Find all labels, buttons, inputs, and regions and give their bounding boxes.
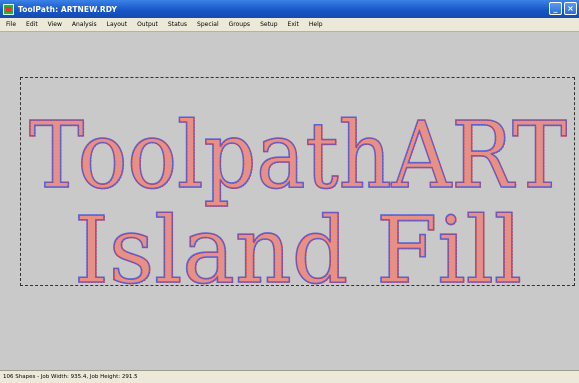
artwork-line-2[interactable]: Island Fill Island Fill — [73, 196, 523, 305]
artwork-line-2-toolpath: Island Fill — [75, 197, 523, 304]
artwork-line-1-toolpath: ToolpathART — [30, 102, 568, 209]
toolpath-artwork[interactable]: ToolpathART ToolpathART Island Fill Isla… — [0, 0, 579, 383]
status-bar: 106 Shapes - Job Width: 935.4, Job Heigh… — [0, 370, 579, 383]
artwork-line-1[interactable]: ToolpathART ToolpathART — [28, 101, 568, 210]
status-text: 106 Shapes - Job Width: 935.4, Job Heigh… — [3, 374, 138, 380]
